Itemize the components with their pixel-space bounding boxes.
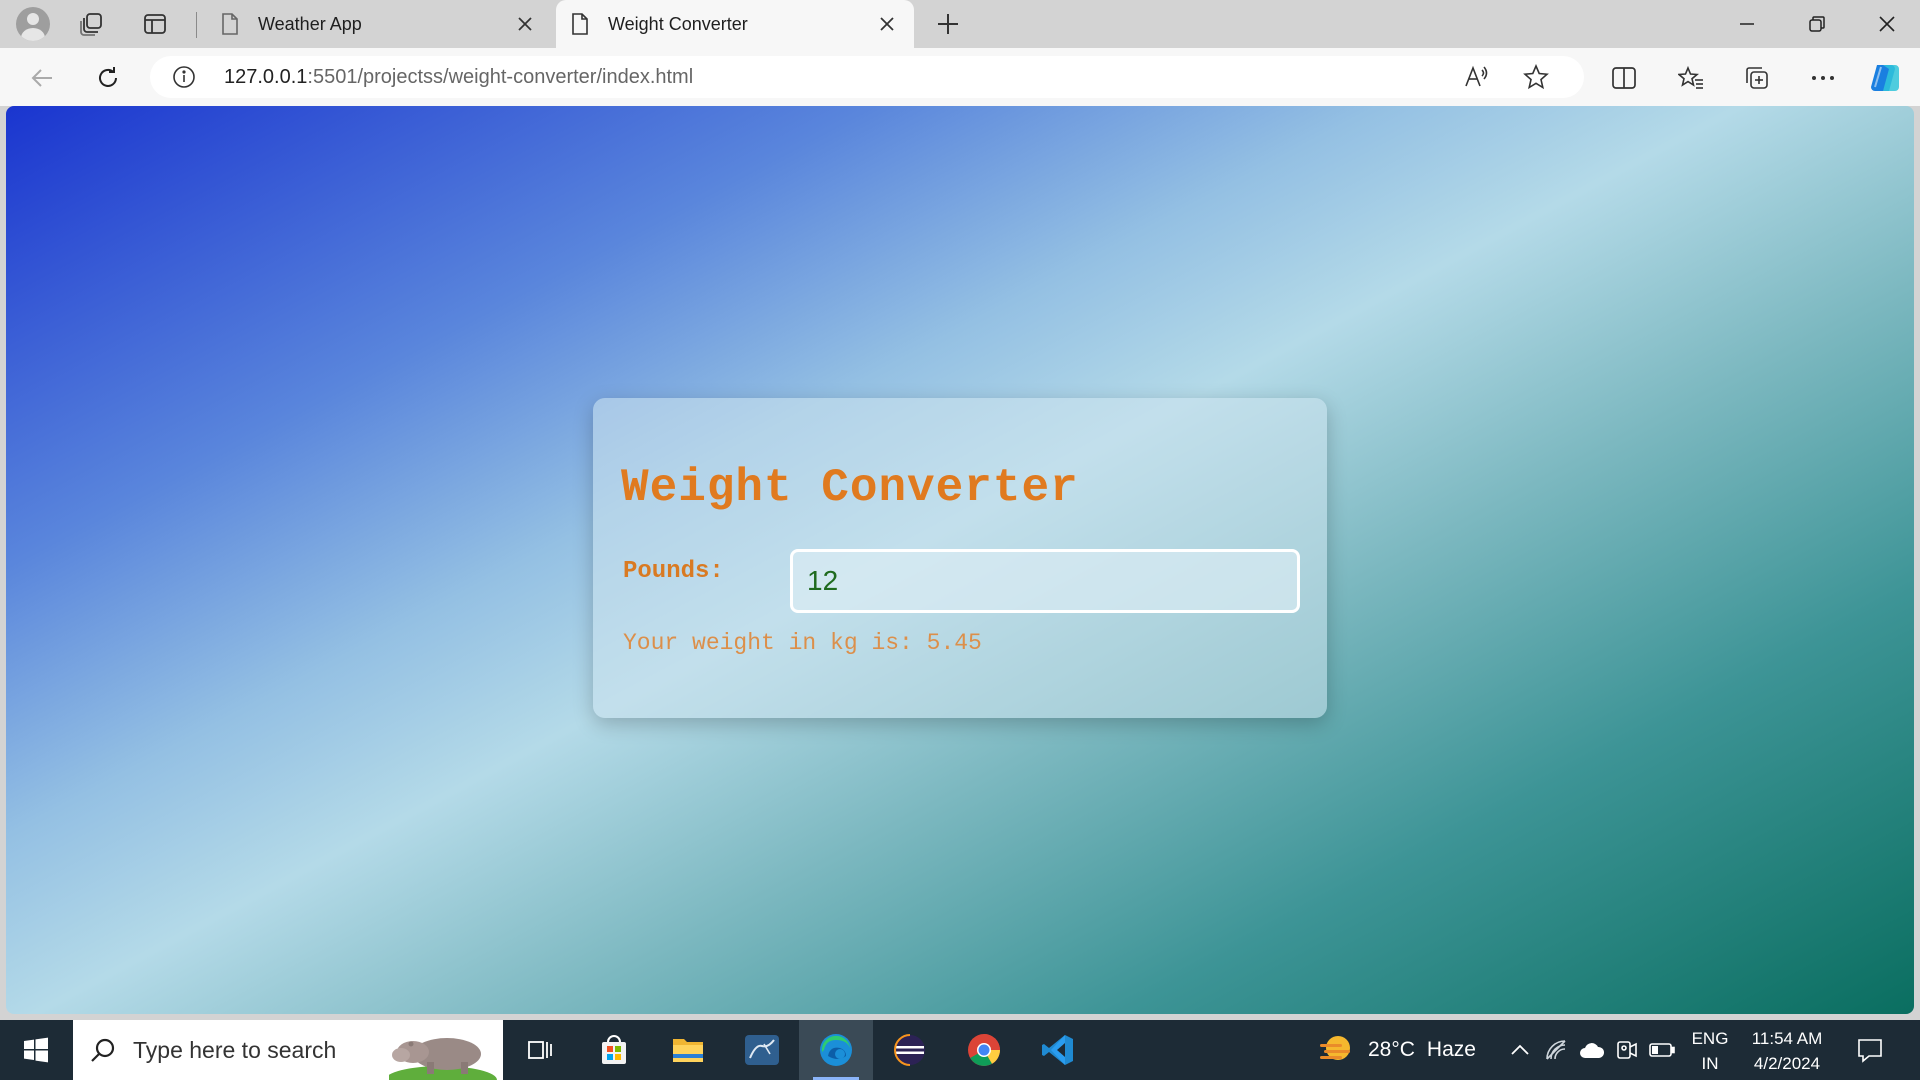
vscode-icon[interactable] bbox=[1021, 1020, 1095, 1080]
tab-separator bbox=[196, 12, 197, 38]
page-viewport: Weight Converter Pounds: Your weight in … bbox=[6, 106, 1914, 1014]
more-options-icon[interactable] bbox=[1803, 58, 1843, 98]
file-explorer-icon[interactable] bbox=[651, 1020, 725, 1080]
tab-label: Weight Converter bbox=[608, 13, 748, 34]
workspaces-icon[interactable] bbox=[74, 6, 110, 42]
page-icon bbox=[218, 12, 242, 36]
browser-toolbar: 127.0.0.1:5501/projectss/weight-converte… bbox=[0, 48, 1920, 106]
meet-now-icon[interactable] bbox=[1611, 1034, 1643, 1066]
tab-weather-app[interactable]: Weather App bbox=[206, 0, 552, 48]
hippo-illustration-icon bbox=[389, 1038, 497, 1080]
close-window-icon[interactable] bbox=[1852, 0, 1920, 48]
system-clock[interactable]: 11:54 AM 4/2/2024 bbox=[1746, 1026, 1828, 1076]
onedrive-cloud-icon[interactable] bbox=[1576, 1034, 1608, 1066]
battery-icon[interactable] bbox=[1646, 1034, 1678, 1066]
clock-time: 11:54 AM bbox=[1751, 1029, 1823, 1048]
split-screen-icon[interactable] bbox=[1604, 58, 1644, 98]
vertical-tabs-icon[interactable] bbox=[137, 6, 173, 42]
taskbar-search-box[interactable]: Type here to search bbox=[73, 1020, 503, 1080]
collections-icon[interactable] bbox=[1737, 58, 1777, 98]
favorite-star-icon[interactable] bbox=[1522, 63, 1550, 91]
search-placeholder: Type here to search bbox=[133, 1036, 337, 1063]
language-indicator[interactable]: ENG IN bbox=[1690, 1026, 1730, 1076]
clock-date: 4/2/2024 bbox=[1753, 1054, 1821, 1073]
microsoft-store-icon[interactable] bbox=[577, 1020, 651, 1080]
windows-start-icon[interactable] bbox=[12, 1030, 60, 1070]
close-tab-icon[interactable] bbox=[510, 9, 540, 39]
weather-condition: Haze bbox=[1426, 1038, 1476, 1061]
back-arrow-icon[interactable] bbox=[22, 58, 62, 98]
notifications-icon[interactable] bbox=[1852, 1032, 1888, 1068]
taskbar: Type here to search 28°C Haze ENG IN 11:… bbox=[0, 1020, 1920, 1080]
task-view-icon[interactable] bbox=[503, 1020, 577, 1080]
converter-card: Weight Converter Pounds: Your weight in … bbox=[593, 398, 1327, 718]
refresh-icon[interactable] bbox=[88, 58, 128, 98]
new-tab-plus-icon[interactable] bbox=[930, 6, 966, 42]
copilot-icon[interactable] bbox=[1866, 58, 1906, 98]
pounds-label: Pounds: bbox=[623, 558, 724, 585]
tab-label: Weather App bbox=[258, 13, 362, 34]
show-hidden-icons-chevron-icon[interactable] bbox=[1504, 1034, 1536, 1066]
url-text[interactable]: 127.0.0.1:5501/projectss/weight-converte… bbox=[224, 66, 693, 89]
favorites-icon[interactable] bbox=[1671, 58, 1711, 98]
wifi-icon[interactable] bbox=[1541, 1034, 1573, 1066]
result-text: Your weight in kg is: 5.45 bbox=[623, 630, 982, 656]
minimize-icon[interactable] bbox=[1712, 0, 1782, 48]
site-info-icon[interactable] bbox=[172, 65, 196, 89]
profile-avatar-icon[interactable] bbox=[15, 6, 51, 42]
tab-strip: Weather App Weight Converter bbox=[0, 0, 1920, 48]
close-tab-icon[interactable] bbox=[872, 9, 902, 39]
tab-weight-converter[interactable]: Weight Converter bbox=[556, 0, 914, 48]
weather-widget[interactable]: 28°C Haze bbox=[1316, 1020, 1476, 1080]
haze-weather-icon bbox=[1320, 1036, 1350, 1060]
pounds-input[interactable] bbox=[790, 549, 1300, 613]
weather-temperature: 28°C bbox=[1368, 1038, 1415, 1061]
page-icon bbox=[568, 12, 592, 36]
read-aloud-icon[interactable] bbox=[1462, 63, 1490, 91]
chrome-browser-icon[interactable] bbox=[947, 1020, 1021, 1080]
address-bar[interactable]: 127.0.0.1:5501/projectss/weight-converte… bbox=[150, 56, 1584, 98]
mysql-workbench-icon[interactable] bbox=[725, 1020, 799, 1080]
eclipse-icon[interactable] bbox=[873, 1020, 947, 1080]
search-icon bbox=[87, 1034, 119, 1066]
page-title: Weight Converter bbox=[621, 462, 1079, 514]
restore-icon[interactable] bbox=[1782, 0, 1852, 48]
edge-browser-icon[interactable] bbox=[799, 1020, 873, 1080]
